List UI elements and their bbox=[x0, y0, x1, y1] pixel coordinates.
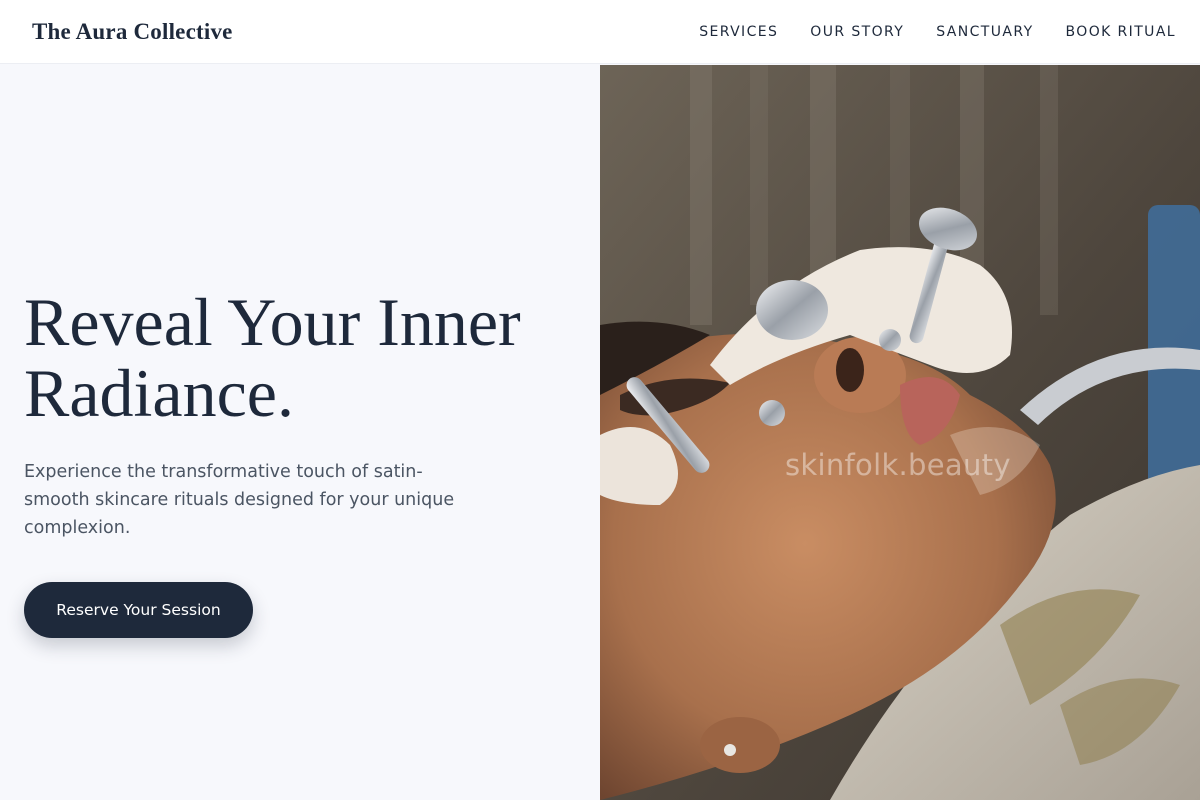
hero-headline: Reveal Your Inner Radiance. bbox=[24, 287, 594, 429]
hero-headline-line2: Radiance. bbox=[24, 355, 294, 431]
nav-link-sanctuary[interactable]: SANCTUARY bbox=[936, 24, 1033, 40]
reserve-session-button[interactable]: Reserve Your Session bbox=[24, 582, 253, 638]
brand-logo[interactable]: The Aura Collective bbox=[32, 19, 233, 45]
site-header: The Aura Collective SERVICES OUR STORY S… bbox=[0, 0, 1200, 64]
hero-content: Reveal Your Inner Radiance. Experience t… bbox=[0, 65, 600, 800]
main-nav: SERVICES OUR STORY SANCTUARY BOOK RITUAL bbox=[699, 24, 1176, 40]
image-watermark: skinfolk.beauty bbox=[785, 448, 1011, 482]
hero-subtext: Experience the transformative touch of s… bbox=[24, 462, 455, 538]
nav-link-our-story[interactable]: OUR STORY bbox=[810, 24, 904, 40]
nav-link-book-ritual[interactable]: BOOK RITUAL bbox=[1066, 24, 1176, 40]
nav-link-services[interactable]: SERVICES bbox=[699, 24, 778, 40]
hero-headline-line1: Reveal Your Inner bbox=[24, 284, 521, 360]
hero-image: skinfolk.beauty bbox=[600, 65, 1200, 800]
facial-treatment-photo bbox=[600, 65, 1200, 800]
